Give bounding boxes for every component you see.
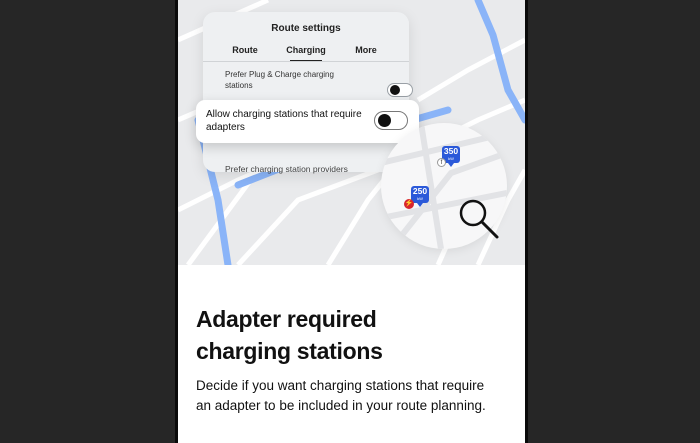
- allow-adapters-toggle[interactable]: [374, 111, 408, 130]
- prefer-plug-charge-toggle[interactable]: [387, 83, 413, 97]
- headline-line: charging stations: [196, 338, 383, 364]
- prefer-plug-charge-label: Prefer Plug & Charge charging stations: [225, 70, 334, 90]
- pin-value: 250: [412, 186, 428, 196]
- pin-tail: [417, 203, 423, 207]
- station-dot-icon: f: [437, 158, 446, 167]
- prefer-providers-row[interactable]: Prefer charging station providers ›: [225, 155, 405, 175]
- pin-value: 350: [443, 146, 459, 156]
- settings-tabs: Route Charging More: [203, 45, 409, 69]
- description-line: an adapter to be included in your route …: [196, 398, 486, 413]
- search-icon: [459, 199, 499, 239]
- tab-route[interactable]: Route: [221, 45, 269, 55]
- tab-more[interactable]: More: [346, 45, 386, 55]
- lightning-icon: ⚡: [404, 199, 414, 209]
- allow-adapters-label: Allow charging stations that require ada…: [206, 109, 362, 133]
- panel-title: Route settings: [271, 23, 341, 34]
- description-line: Decide if you want charging stations tha…: [196, 378, 485, 393]
- pin-tail: [448, 163, 454, 167]
- headline-line: Adapter required: [196, 306, 377, 332]
- text-content: Adapter required charging stations Decid…: [178, 265, 525, 443]
- tab-charging[interactable]: Charging: [281, 45, 331, 55]
- frame-edge-right: [525, 0, 528, 443]
- hero-illustration: Route settings Route Charging More Prefe…: [178, 0, 525, 265]
- prefer-providers-label: Prefer charging station providers: [225, 164, 348, 174]
- tabs-divider: [203, 61, 409, 62]
- toggle-knob: [390, 85, 400, 95]
- charging-pin-250[interactable]: 250 kW: [411, 186, 429, 203]
- toggle-knob: [378, 114, 391, 127]
- feature-card: Route settings Route Charging More Prefe…: [178, 0, 525, 443]
- allow-adapters-row[interactable]: Allow charging stations that require ada…: [196, 100, 419, 143]
- headline: Adapter required charging stations: [196, 303, 496, 367]
- description: Decide if you want charging stations tha…: [196, 376, 516, 416]
- route-settings-panel: Route settings Route Charging More Prefe…: [203, 12, 413, 175]
- pin-unit: kW: [417, 196, 423, 201]
